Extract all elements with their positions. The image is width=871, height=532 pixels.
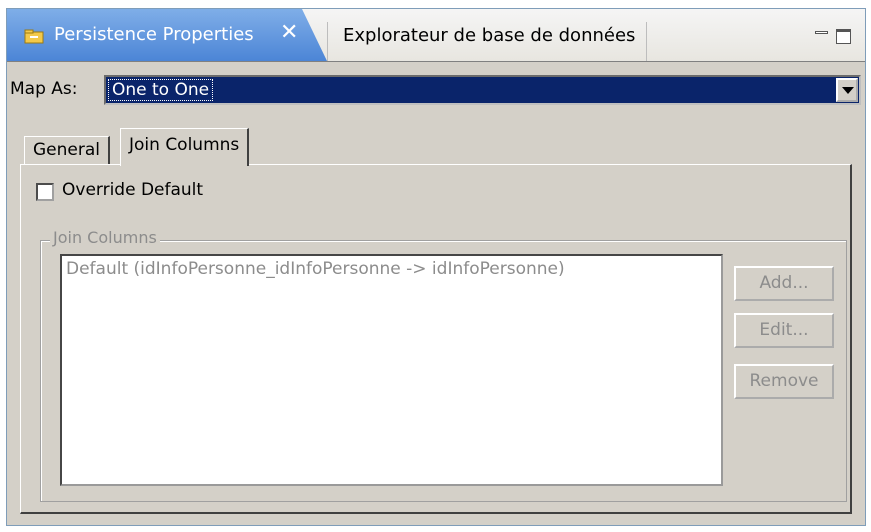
join-columns-list[interactable]: Default (idInfoPersonne_idInfoPersonne -… [60, 254, 723, 486]
chevron-down-icon[interactable] [836, 78, 858, 102]
view-tab-strip: Persistence Properties ✕ Explorateur de … [7, 9, 865, 62]
list-item[interactable]: Default (idInfoPersonne_idInfoPersonne -… [66, 259, 565, 279]
tab-title: Persistence Properties [54, 24, 254, 45]
close-icon[interactable]: ✕ [280, 20, 298, 45]
persistence-properties-icon [24, 29, 44, 44]
map-as-label: Map As: [10, 79, 78, 99]
tab-title: Explorateur de base de données [343, 25, 636, 46]
remove-button[interactable]: Remove [734, 364, 834, 399]
tab-join-columns[interactable]: Join Columns [120, 128, 250, 166]
tab-explorateur-base-de-donnees[interactable]: Explorateur de base de données [327, 22, 647, 61]
maximize-icon[interactable] [836, 29, 851, 44]
join-columns-group-title: Join Columns [50, 228, 160, 247]
map-as-combo[interactable]: One to One [104, 75, 861, 105]
override-default-label: Override Default [62, 180, 204, 200]
edit-button[interactable]: Edit... [734, 313, 834, 348]
add-button[interactable]: Add... [734, 266, 834, 301]
map-as-value: One to One [108, 79, 214, 101]
minimize-icon[interactable] [815, 31, 828, 34]
tab-persistence-properties[interactable]: Persistence Properties ✕ [7, 9, 327, 61]
tab-general[interactable]: General [24, 136, 110, 164]
override-default-checkbox[interactable] [36, 183, 54, 201]
